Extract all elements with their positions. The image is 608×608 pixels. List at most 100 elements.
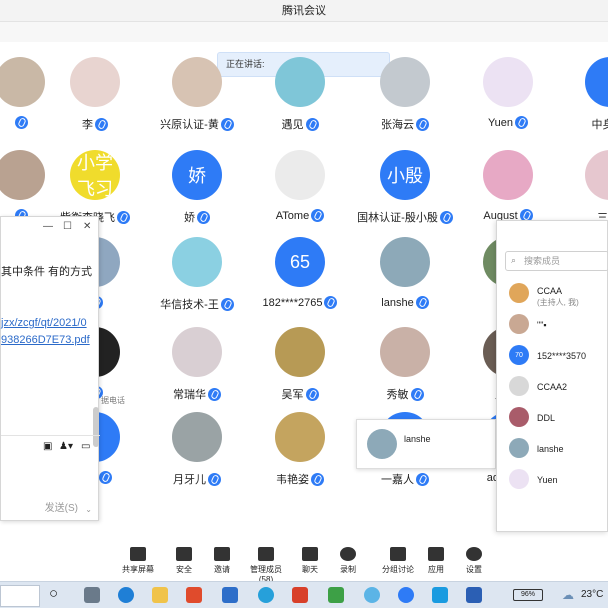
participant-name: Yuen: [458, 116, 558, 129]
file-icon[interactable]: ▭: [81, 441, 90, 452]
avatar: 小殷: [380, 150, 430, 200]
qq-icon[interactable]: [398, 587, 414, 603]
chat-tools: ▣ ♟▾ ▭: [1, 435, 100, 455]
avatar: [380, 327, 430, 377]
minimize-icon[interactable]: —: [43, 221, 53, 232]
meeting-topbar: [0, 22, 608, 42]
avatar: [275, 57, 325, 107]
participant-name: 李: [45, 116, 145, 132]
participant-tile[interactable]: 常瑞华: [147, 327, 247, 401]
participant-tile[interactable]: ATome: [250, 150, 350, 222]
participant-tile[interactable]: 华信技术-王: [147, 237, 247, 311]
avatar: 65: [275, 237, 325, 287]
mic-muted-icon: [311, 473, 324, 486]
mic-muted-icon: [95, 118, 108, 131]
toolbar-label: 邀请: [214, 565, 230, 574]
close-icon[interactable]: ✕: [83, 221, 91, 232]
participant-name: lanshe: [355, 296, 455, 309]
participant-name: 华信技术-王: [147, 296, 247, 312]
participant-tile[interactable]: 中身: [560, 57, 608, 142]
breakout-icon: [390, 547, 406, 561]
gear-icon: [466, 547, 482, 561]
participant-tile[interactable]: lanshe: [355, 237, 455, 309]
toolbar-button[interactable]: 设置: [452, 547, 496, 575]
avatar: [172, 412, 222, 462]
participant-tile[interactable]: 三: [560, 150, 608, 224]
window-title: 腾讯会议: [0, 0, 608, 22]
tencent-meeting-icon[interactable]: [432, 587, 448, 603]
chevron-down-icon[interactable]: ⌄: [85, 505, 92, 514]
avatar: [380, 237, 430, 287]
member-row[interactable]: ""▪: [509, 314, 608, 338]
member-name: ""▪: [537, 320, 547, 330]
participant-tile[interactable]: 小学 飞习紫衡李晓飞: [45, 150, 145, 224]
send-button[interactable]: 发送(S): [45, 499, 78, 514]
taskbar-search[interactable]: [0, 585, 40, 607]
participant-tile[interactable]: 张海云: [355, 57, 455, 142]
member-name: lanshe: [537, 444, 564, 454]
member-row[interactable]: 70 152****3570: [509, 345, 608, 369]
mic-muted-icon: [208, 388, 221, 401]
browser2-icon[interactable]: [364, 587, 380, 603]
member-name: CCAA: [537, 286, 563, 296]
chat-icon: [302, 547, 318, 561]
mic-muted-icon: [311, 209, 325, 222]
ie-icon[interactable]: [328, 587, 344, 603]
participant-name: 国林认证-殷小殷: [355, 209, 455, 225]
participant-tile[interactable]: 娇娇: [147, 150, 247, 224]
member-row[interactable]: CCAA2: [509, 376, 608, 400]
start-circle-icon[interactable]: ○: [49, 585, 58, 602]
maximize-icon[interactable]: ☐: [63, 221, 72, 232]
participant-popup[interactable]: lanshe: [356, 419, 496, 469]
toolbar-button[interactable]: 录制: [326, 547, 370, 575]
chat-link[interactable]: 938266D7E73.pdf: [1, 334, 90, 346]
avatar: 娇: [172, 150, 222, 200]
mic-muted-icon: [416, 473, 429, 486]
participant-name: 兴原认证-黄: [147, 116, 247, 132]
popup-name: lanshe: [404, 434, 431, 444]
participant-tile[interactable]: 韦艳姿: [250, 412, 350, 486]
member-row[interactable]: DDL: [509, 407, 608, 431]
toolbar-label: 分组讨论: [382, 565, 414, 574]
image-icon[interactable]: ▣: [43, 441, 52, 452]
participant-tile[interactable]: 遇见: [250, 57, 350, 142]
battery-indicator: 96%: [513, 589, 543, 601]
browser-icon[interactable]: [258, 587, 274, 603]
participant-name: 一嘉人: [355, 471, 455, 487]
avatar: [509, 469, 529, 489]
avatar: [70, 57, 120, 107]
mic-muted-icon: [220, 298, 234, 311]
task-view-icon[interactable]: [84, 587, 100, 603]
mic-muted-icon: [415, 296, 429, 309]
toolbar-button[interactable]: 邀请: [200, 547, 244, 575]
participant-name: 182****2765: [250, 296, 350, 309]
participant-tile[interactable]: 月牙儿: [147, 412, 247, 486]
member-role: (主持人, 我): [537, 298, 579, 307]
mail-icon[interactable]: [222, 587, 238, 603]
participant-tile[interactable]: 小殷国林认证-殷小殷: [355, 150, 455, 224]
folder-icon[interactable]: [152, 587, 168, 603]
participant-tile[interactable]: Yuen: [458, 57, 558, 142]
member-row[interactable]: lanshe: [509, 438, 608, 462]
toolbar-button[interactable]: 共享屏幕: [116, 547, 160, 575]
avatar: [172, 237, 222, 287]
participant-tile[interactable]: 秀敏: [355, 327, 455, 401]
toolbar-button[interactable]: 管理成员(58): [244, 547, 288, 584]
participant-tile[interactable]: 65 182****2765: [250, 237, 350, 309]
participant-tile[interactable]: 李: [45, 57, 145, 142]
share-screen-icon: [130, 547, 146, 561]
store-icon[interactable]: [186, 587, 202, 603]
app-icon[interactable]: [292, 587, 308, 603]
participant-tile[interactable]: 兴原认证-黄: [147, 57, 247, 142]
member-search-input[interactable]: 搜索成员: [505, 251, 608, 271]
shield-icon: [176, 547, 192, 561]
participant-tile[interactable]: August: [458, 150, 558, 222]
mic-muted-icon: [324, 296, 338, 309]
participant-tile[interactable]: 吴军: [250, 327, 350, 401]
edge-icon[interactable]: [118, 587, 134, 603]
member-row[interactable]: Yuen: [509, 469, 608, 493]
word-icon[interactable]: [466, 587, 482, 603]
mention-icon[interactable]: ♟▾: [59, 441, 73, 452]
chat-link[interactable]: jzx/zcgf/qt/2021/0: [1, 317, 87, 329]
member-row[interactable]: CCAA (主持人, 我): [509, 283, 608, 307]
